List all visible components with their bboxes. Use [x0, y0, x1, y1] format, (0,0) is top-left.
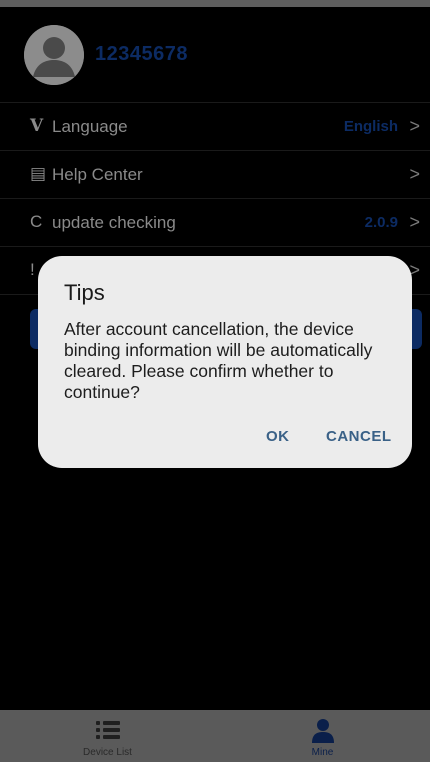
- help-document-icon: ▤: [30, 164, 47, 183]
- tab-mine[interactable]: Mine: [215, 710, 430, 762]
- menu-item-value: English: [343, 118, 398, 135]
- avatar[interactable]: [24, 25, 84, 85]
- list-icon: [95, 721, 120, 739]
- chevron-right-icon: >: [409, 116, 420, 136]
- menu-item-label: Language: [52, 117, 128, 136]
- chevron-right-icon: >: [409, 164, 420, 184]
- bottom-tab-bar: Device List Mine: [0, 710, 430, 762]
- menu-item-language[interactable]: V Language English >: [0, 102, 430, 150]
- person-icon: [311, 719, 334, 743]
- dialog-title: Tips: [64, 280, 105, 305]
- dialog-message: After account cancellation, the device b…: [64, 319, 373, 402]
- cancel-button[interactable]: CANCEL: [326, 428, 392, 445]
- tab-label: Mine: [311, 747, 334, 758]
- status-bar: [0, 0, 430, 7]
- tab-device-list[interactable]: Device List: [0, 710, 215, 762]
- chevron-right-icon: >: [409, 212, 420, 232]
- language-icon: V: [30, 116, 44, 136]
- username: 12345678: [95, 43, 188, 65]
- user-avatar-icon: [24, 25, 84, 85]
- menu-item-label: update checking: [52, 213, 176, 232]
- menu-item-help-center[interactable]: ▤ Help Center >: [0, 150, 430, 198]
- ok-button[interactable]: OK: [266, 428, 290, 445]
- tab-label: Device List: [83, 747, 132, 758]
- refresh-icon: C: [30, 212, 43, 231]
- menu-item-update-checking[interactable]: C update checking 2.0.9 >: [0, 198, 430, 246]
- menu-item-value: 2.0.9: [364, 214, 398, 231]
- profile-header[interactable]: 12345678: [0, 7, 430, 102]
- menu-item-label: Help Center: [52, 165, 143, 184]
- tips-dialog: Tips After account cancellation, the dev…: [38, 256, 412, 468]
